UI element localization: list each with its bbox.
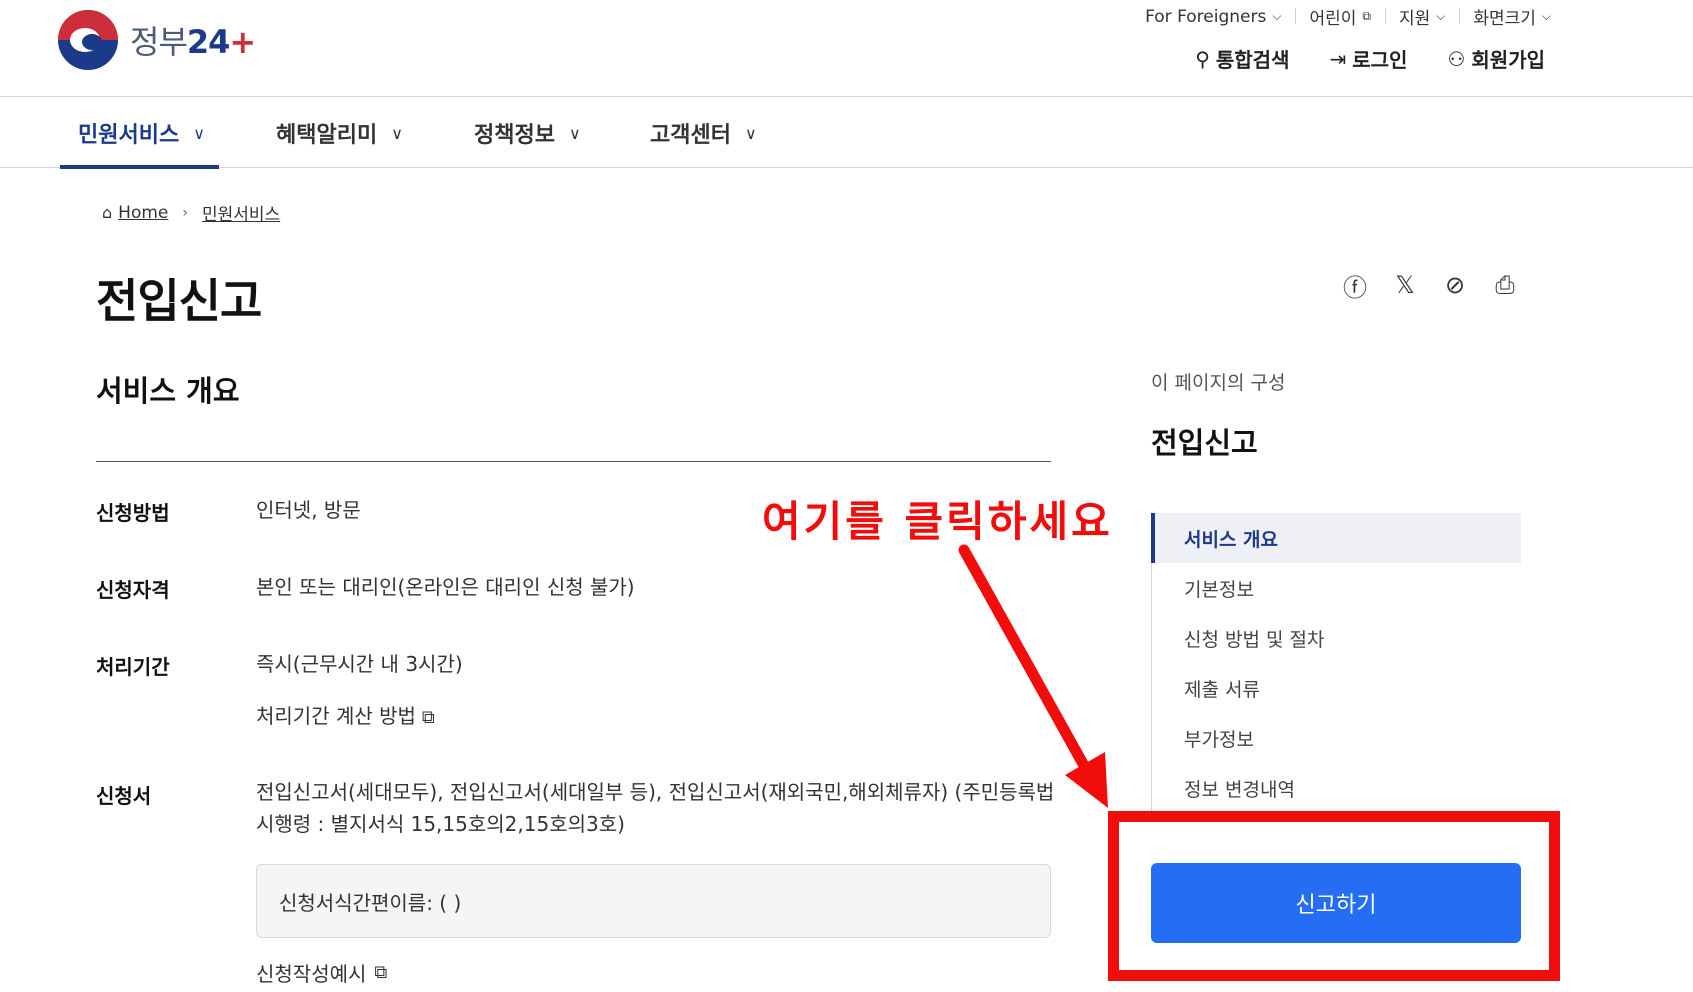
header-actions: ⚲ 통합검색 ⇥ 로그인 ⚇ 회원가입 [1155, 44, 1545, 73]
form-simple-name-box: 신청서식간편이름: ( ) [256, 864, 1051, 938]
form-value-line1: 전입신고서(세대모두), 전입신고서(세대일부 등), 전입신고서(재외국민,해… [256, 780, 1055, 804]
qualification-value: 본인 또는 대리인(온라인은 대리인 신청 불가) [256, 575, 635, 599]
toc-item-documents[interactable]: 제출 서류 [1152, 663, 1521, 713]
util-kids[interactable]: 어린이 ⧉ [1295, 4, 1385, 29]
chevron-down-icon: ⌵ [1541, 9, 1551, 23]
chevron-down-icon: ∨ [193, 123, 205, 143]
breadcrumb-current[interactable]: 민원서비스 [202, 200, 280, 225]
main-nav: 민원서비스 ∨ 혜택알리미 ∨ 정책정보 ∨ 고객센터 ∨ [0, 98, 1693, 169]
toc-caption: 이 페이지의 구성 [1151, 372, 1286, 394]
chevron-down-icon: ∨ [568, 123, 581, 143]
form-value-line2: 시행령 : 별지서식 15,15호의2,15호의3호) [256, 812, 625, 836]
paperclip-icon[interactable]: ⊘ [1440, 270, 1470, 300]
chevron-down-icon: ∨ [744, 123, 757, 143]
breadcrumb-home[interactable]: Home [118, 203, 168, 223]
print-icon[interactable]: ⎙ [1490, 270, 1520, 300]
nav-item-benefits[interactable]: 혜택알리미 ∨ [276, 98, 403, 168]
util-foreigners[interactable]: For Foreigners ⌵ [1131, 7, 1295, 27]
toc-item-method[interactable]: 신청 방법 및 절차 [1152, 613, 1521, 663]
signup-button[interactable]: ⚇ 회원가입 [1447, 44, 1545, 73]
external-link-icon: ⧉ [1362, 9, 1371, 23]
logo-text: 정부24+ [130, 23, 256, 61]
taegeuk-logo-icon [58, 10, 118, 70]
chevron-down-icon: ⌵ [1272, 9, 1282, 23]
nav-item-customer-center[interactable]: 고객센터 ∨ [650, 98, 757, 168]
search-button[interactable]: ⚲ 통합검색 [1195, 44, 1289, 73]
nav-item-civil-service[interactable]: 민원서비스 ∨ [60, 98, 219, 169]
site-logo[interactable]: 정부24+ [58, 10, 256, 70]
toc-list: 서비스 개요 기본정보 신청 방법 및 절차 제출 서류 부가정보 정보 변경내… [1151, 513, 1521, 813]
form-label: 신청서 [96, 784, 152, 808]
search-icon: ⚲ [1195, 46, 1210, 71]
section-divider [96, 461, 1051, 462]
copy-icon: ⧉ [421, 707, 435, 728]
login-icon: ⇥ [1329, 46, 1347, 71]
toc-item-history[interactable]: 정보 변경내역 [1152, 763, 1521, 813]
login-button[interactable]: ⇥ 로그인 [1329, 44, 1407, 73]
period-value: 즉시(근무시간 내 3시간) [256, 652, 463, 676]
utility-menu: For Foreigners ⌵ 어린이 ⧉ 지원 ⌵ 화면크기 ⌵ [1131, 4, 1565, 30]
facebook-icon[interactable]: ⓕ [1340, 270, 1370, 302]
method-value: 인터넷, 방문 [256, 498, 361, 522]
period-calc-link[interactable]: 처리기간 계산 방법 ⧉ [256, 700, 435, 734]
method-label: 신청방법 [96, 501, 170, 525]
breadcrumb: ⌂ Home › 민원서비스 [102, 200, 280, 226]
x-icon[interactable]: 𝕏 [1390, 270, 1420, 300]
toc-item-basic-info[interactable]: 기본정보 [1152, 563, 1521, 613]
user-plus-icon: ⚇ [1447, 46, 1466, 71]
util-support[interactable]: 지원 ⌵ [1384, 4, 1459, 29]
chevron-right-icon: › [182, 204, 188, 221]
page-title: 전입신고 [96, 274, 262, 328]
form-example-link[interactable]: 신청작성예시 ⧉ [256, 958, 387, 987]
qualification-label: 신청자격 [96, 578, 170, 602]
share-tools: ⓕ 𝕏 ⊘ ⎙ [1340, 270, 1540, 302]
annotation-box [1108, 811, 1560, 981]
site-header: 정부24+ For Foreigners ⌵ 어린이 ⧉ 지원 ⌵ 화면크기 ⌵… [0, 0, 1693, 97]
toc-title: 전입신고 [1151, 426, 1258, 460]
nav-item-policy[interactable]: 정책정보 ∨ [474, 98, 581, 168]
section-title: 서비스 개요 [96, 374, 240, 408]
util-screen-size[interactable]: 화면크기 ⌵ [1459, 4, 1565, 29]
external-link-icon: ⧉ [374, 962, 388, 983]
home-icon: ⌂ [102, 203, 113, 222]
annotation-text: 여기를 클릭하세요 [762, 497, 1113, 546]
chevron-down-icon: ∨ [391, 123, 403, 143]
period-label: 처리기간 [96, 655, 170, 679]
chevron-down-icon: ⌵ [1436, 9, 1446, 23]
toc-item-overview[interactable]: 서비스 개요 [1151, 513, 1521, 563]
toc-item-additional[interactable]: 부가정보 [1152, 713, 1521, 763]
